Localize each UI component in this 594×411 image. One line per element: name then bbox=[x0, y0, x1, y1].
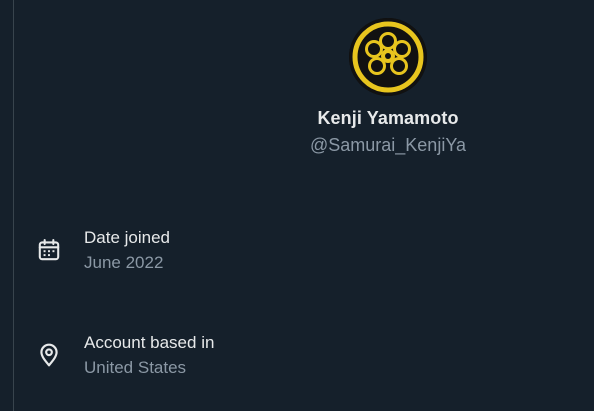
date-joined-value: June 2022 bbox=[84, 253, 164, 272]
panel-divider bbox=[13, 0, 14, 411]
user-handle: @Samurai_KenjiYa bbox=[309, 135, 466, 155]
profile-header: Kenji Yamamoto @Samurai_KenjiYa bbox=[288, 18, 488, 156]
location-pin-icon bbox=[36, 342, 62, 368]
detail-row-date-joined: Date joined June 2022 bbox=[36, 228, 556, 284]
about-account-panel: Kenji Yamamoto @Samurai_KenjiYa Date joi… bbox=[0, 0, 594, 411]
account-location-label: Account based in bbox=[84, 333, 215, 352]
avatar[interactable] bbox=[349, 18, 427, 96]
date-joined-label: Date joined bbox=[84, 228, 171, 247]
display-name: Kenji Yamamoto bbox=[317, 108, 459, 128]
detail-row-account-location: Account based in United States bbox=[36, 333, 556, 389]
family-crest-icon bbox=[349, 18, 427, 96]
calendar-icon bbox=[36, 237, 62, 263]
account-location-value: United States bbox=[84, 358, 187, 377]
